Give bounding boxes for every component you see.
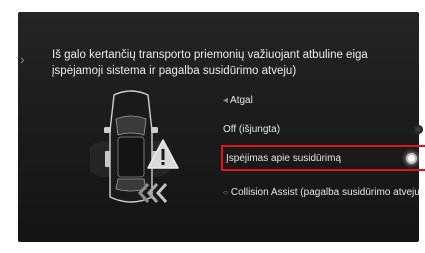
option-collision-warning[interactable]: Įspėjimas apie susidūrimą [221, 145, 425, 171]
chevron-left-icon: ◂ [223, 94, 229, 106]
title-line-2: įspėjamoji sistema ir pagalba susidūrimo… [52, 65, 297, 77]
option-off-label: Off (išjungta) [223, 123, 281, 135]
warning-triangle-icon [146, 138, 180, 170]
infotainment-screen: › Iš galo kertančių transporto priemonių… [18, 12, 425, 242]
back-label: Atgal [230, 94, 253, 106]
radio-small-icon: ○ [223, 187, 228, 197]
page-title: Iš galo kertančių transporto priemonių v… [52, 47, 388, 79]
option-collision-warning-label: Įspėjimas apie susidūrimą [226, 152, 342, 164]
option-off[interactable]: Off (išjungta) [223, 117, 425, 141]
option-collision-assist[interactable]: ○ Collision Assist (pagalba susidūrimo a… [223, 180, 425, 204]
option-collision-assist-label: Collision Assist (pagalba susidūrimo atv… [230, 186, 424, 198]
back-button[interactable]: ◂ Atgal [223, 92, 253, 108]
title-line-1: Iš galo kertančių transporto priemonių v… [52, 49, 368, 61]
radio-selected-icon[interactable] [406, 152, 417, 164]
reverse-arrows-icon [136, 182, 176, 204]
radio-unselected-icon[interactable] [414, 124, 423, 134]
chevron-right-icon[interactable]: › [20, 51, 25, 67]
